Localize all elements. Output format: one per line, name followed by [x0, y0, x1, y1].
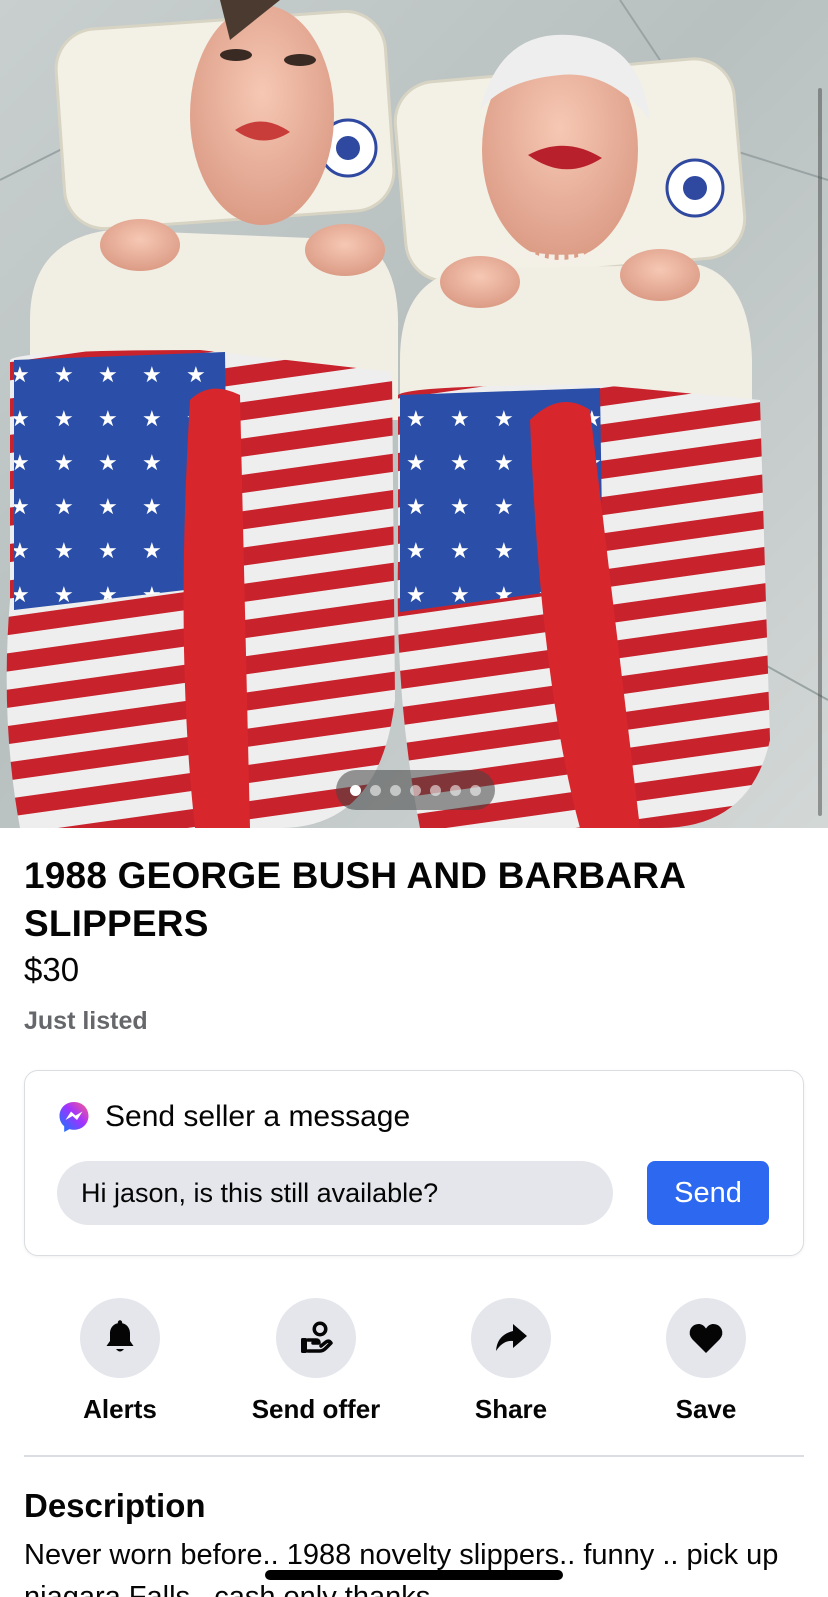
marketplace-listing-page: ★: [0, 0, 828, 1597]
photo-pager-dot[interactable]: [410, 784, 421, 796]
listing-price: $30: [24, 951, 80, 988]
section-divider: [24, 1455, 804, 1457]
listing-actions: Alerts Send offer Share Save: [0, 1298, 828, 1428]
slippers-photo-illustration: ★: [0, 0, 828, 828]
photo-pager-dot[interactable]: [430, 784, 441, 796]
listing-title: 1988 GEORGE BUSH AND BARBARA SLIPPERS: [24, 855, 685, 944]
share-button[interactable]: Share: [421, 1298, 601, 1426]
photo-pager-dot[interactable]: [370, 784, 381, 796]
alerts-circle[interactable]: [80, 1298, 160, 1378]
send-button[interactable]: Send: [647, 1161, 769, 1225]
home-indicator[interactable]: [265, 1570, 563, 1580]
send-seller-message-card: Send seller a message Send: [24, 1070, 804, 1256]
message-input[interactable]: [57, 1161, 613, 1225]
send-offer-circle[interactable]: [276, 1298, 356, 1378]
offer-hand-icon: [301, 1321, 333, 1353]
listing-status: Just listed: [24, 1007, 148, 1035]
save-label: Save: [675, 1394, 737, 1424]
message-card-heading: Send seller a message: [105, 1100, 411, 1133]
photo-pager[interactable]: [336, 770, 495, 810]
send-offer-label: Send offer: [251, 1394, 381, 1424]
heart-icon: [689, 1323, 723, 1353]
bell-icon: [106, 1320, 134, 1352]
listing-photo[interactable]: ★: [0, 0, 828, 828]
share-arrow-icon: [496, 1324, 527, 1351]
photo-pager-dot[interactable]: [350, 784, 361, 796]
share-circle[interactable]: [471, 1298, 551, 1378]
messenger-icon: [59, 1102, 89, 1132]
alerts-button[interactable]: Alerts: [30, 1298, 210, 1426]
photo-pager-dot[interactable]: [470, 784, 481, 796]
alerts-label: Alerts: [83, 1394, 157, 1424]
send-offer-button[interactable]: Send offer: [226, 1298, 406, 1426]
share-label: Share: [474, 1394, 548, 1424]
photo-scrollbar[interactable]: [818, 88, 822, 816]
description-heading: Description: [24, 1487, 206, 1524]
photo-pager-dot[interactable]: [390, 784, 401, 796]
photo-pager-dot[interactable]: [450, 784, 461, 796]
description-text: Never worn before.. 1988 novelty slipper…: [24, 1539, 779, 1597]
save-circle[interactable]: [666, 1298, 746, 1378]
save-button[interactable]: Save: [616, 1298, 796, 1426]
message-card-header: Send seller a message: [57, 1097, 410, 1137]
